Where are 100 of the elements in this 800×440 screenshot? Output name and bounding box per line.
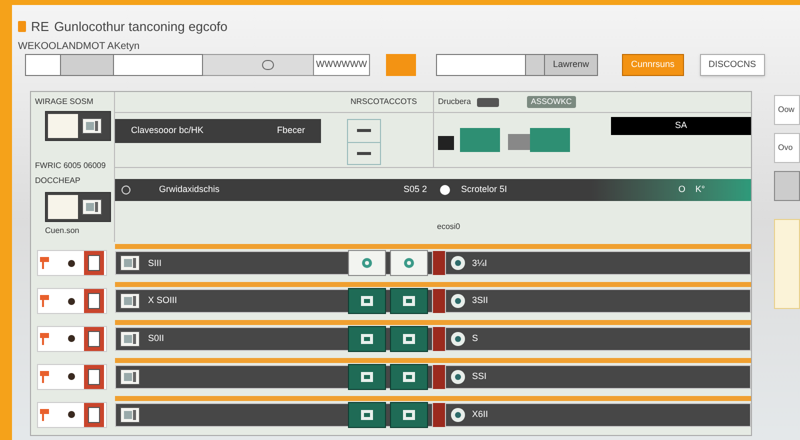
app-icon: [18, 21, 26, 32]
tile-button[interactable]: [348, 250, 386, 276]
slider[interactable]: [203, 54, 313, 76]
dot-icon: [68, 373, 75, 380]
window-title: Gunlocothur tanconing egcofo: [54, 18, 228, 36]
book-icon: [84, 289, 104, 314]
tile-button[interactable]: [348, 326, 386, 352]
thumbnail-icon: [82, 199, 102, 215]
row-label: 3¼I: [472, 256, 488, 270]
list-row-bar[interactable]: X6II: [445, 402, 751, 427]
list-row-bar[interactable]: S0II: [115, 326, 433, 351]
status-caption: ecosi0: [437, 221, 460, 233]
device-icon: [508, 128, 570, 152]
thumbnail-icon: [120, 255, 140, 272]
device-icon: [438, 128, 500, 152]
list-row-bar[interactable]: [115, 364, 433, 389]
column-header: Drucbera: [438, 96, 471, 108]
disc-icon: [450, 406, 466, 423]
grid-icon: [360, 370, 374, 383]
row-marker: [433, 289, 445, 314]
status-value: O: [678, 183, 686, 196]
flag-icon: [40, 408, 50, 421]
list-row-bar[interactable]: X SOIII: [115, 289, 433, 314]
status-value: K°: [695, 183, 705, 196]
tile-button[interactable]: [390, 326, 428, 352]
bar-label: Grwidaxidschis: [159, 183, 220, 196]
tile-button[interactable]: [390, 250, 428, 276]
book-icon: [84, 326, 104, 351]
toolbar-button[interactable]: Lawrenw: [544, 54, 598, 76]
thumbnail-icon: [120, 330, 140, 347]
row-marker: [433, 402, 445, 427]
row-label: 3SII: [472, 294, 488, 308]
tile-button[interactable]: [390, 364, 428, 390]
gear-icon: [402, 256, 416, 270]
circle-icon: [121, 185, 131, 195]
status-text: Scrotelor 5I: [461, 183, 508, 196]
row-label: S0II: [148, 332, 164, 346]
input-field[interactable]: [25, 54, 61, 76]
thumbnail-icon: [120, 293, 140, 310]
bar-value: S05 2: [403, 183, 427, 196]
flag-icon: [40, 370, 50, 383]
side-button[interactable]: Oow: [774, 95, 800, 125]
section-label: DOCCHEAP: [35, 175, 82, 187]
disc-icon: [450, 293, 466, 310]
slider-label: WWWWWW: [313, 54, 370, 76]
app-label: RE: [31, 18, 50, 36]
toggle-button[interactable]: [476, 98, 499, 106]
dash-icon: [357, 152, 371, 155]
tile-button[interactable]: [390, 402, 428, 428]
thumbnail-card[interactable]: [45, 111, 111, 141]
toolbar-button[interactable]: DISCOCNS: [700, 54, 766, 76]
column-header: NRSCOTACCOTS: [350, 96, 417, 108]
dot-icon: [68, 260, 75, 267]
row-label: X6II: [472, 408, 488, 421]
list-row-bar[interactable]: [115, 402, 433, 427]
header-badge: ASSOWKC: [526, 96, 576, 108]
tile-button[interactable]: [348, 288, 386, 314]
row-label: SSI: [472, 370, 487, 384]
dash-icon: [357, 129, 371, 132]
grid-icon: [402, 332, 416, 345]
grid-icon: [402, 370, 416, 383]
arrow-bar[interactable]: Grwidaxidschis S05 2: [115, 179, 433, 201]
arrow-bar[interactable]: Clavesooor bc/HK Fbecer: [115, 119, 321, 143]
side-button[interactable]: Ovo: [774, 133, 800, 163]
gear-icon: [360, 256, 374, 270]
list-row-bar[interactable]: 3¼I: [445, 251, 751, 276]
list-row-bar[interactable]: 3SII: [445, 289, 751, 314]
thumbnail-card[interactable]: [45, 192, 111, 222]
book-icon: [84, 402, 104, 427]
search-field[interactable]: [113, 54, 203, 76]
disc-icon: [450, 255, 466, 272]
window-subtitle: WEKOOLANDMOT AKetyn: [18, 40, 141, 54]
thumbnail-icon: [120, 406, 140, 423]
thumbnail-caption: Cuen.son: [45, 225, 80, 237]
list-row-bar[interactable]: SIII: [115, 251, 433, 276]
value-bar: SA: [611, 117, 751, 135]
list-row-bar[interactable]: SSI: [445, 364, 751, 389]
book-icon: [84, 251, 104, 276]
flag-icon: [40, 332, 50, 345]
input-field[interactable]: [436, 54, 526, 76]
row-label: S: [472, 332, 478, 346]
dot-icon: [68, 411, 75, 418]
bar-label: Clavesooor bc/HK: [131, 124, 204, 138]
grid-icon: [360, 295, 374, 308]
dropdown-button[interactable]: [526, 54, 544, 76]
list-row-bar[interactable]: S: [445, 326, 751, 351]
thumbnail-icon: [82, 118, 102, 134]
slider-thumb[interactable]: [262, 60, 274, 70]
row-marker: [433, 326, 445, 351]
section-label: FWRIC 6005 06009: [35, 160, 107, 172]
row-marker: [433, 364, 445, 389]
dropdown-field[interactable]: [61, 54, 113, 76]
tile-button[interactable]: [348, 402, 386, 428]
thumbnail-icon: [120, 368, 140, 385]
tile-button[interactable]: [348, 364, 386, 390]
dot-icon: [68, 298, 75, 305]
tile-button[interactable]: [390, 288, 428, 314]
row-label: X SOIII: [148, 294, 178, 308]
grid-icon: [402, 408, 416, 421]
flag-icon: [40, 257, 50, 270]
